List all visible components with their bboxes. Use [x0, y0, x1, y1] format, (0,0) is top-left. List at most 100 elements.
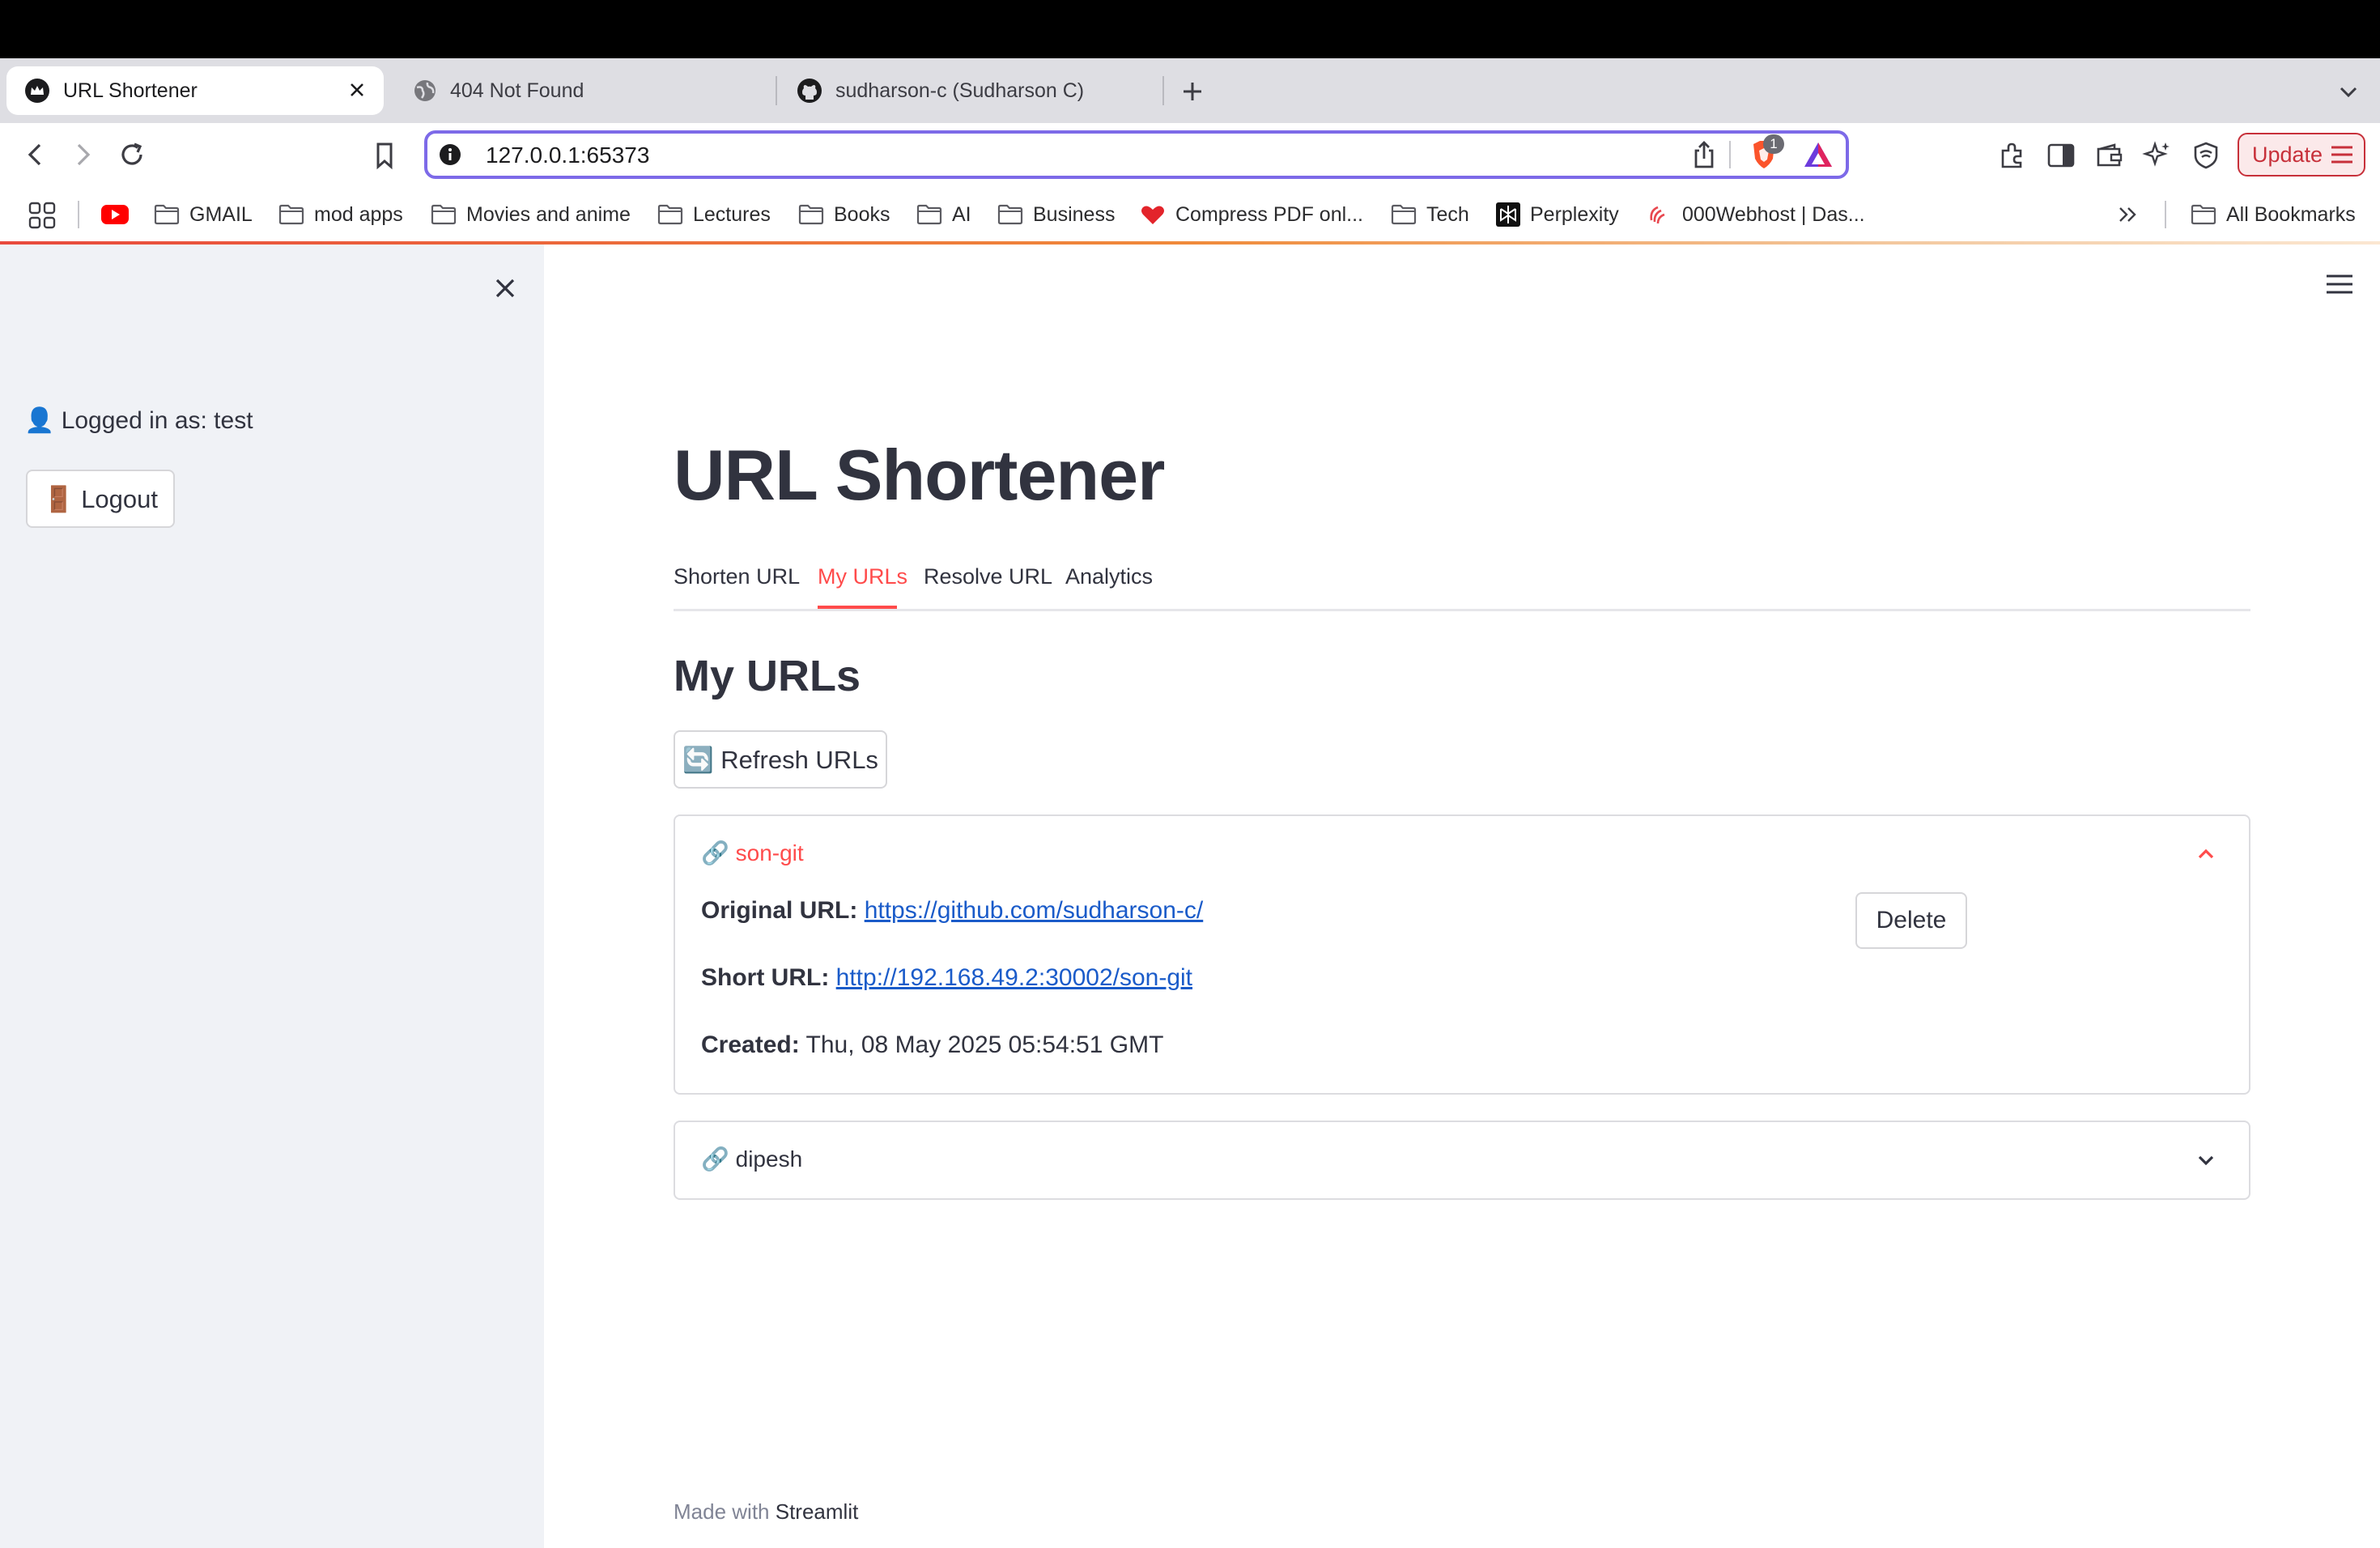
- bookmark-youtube[interactable]: [100, 199, 130, 230]
- bookmark-label: Perplexity: [1530, 202, 1619, 226]
- menu-icon: [2329, 144, 2355, 165]
- sidebar: [0, 245, 544, 1548]
- vpn-shield-icon[interactable]: [2192, 141, 2220, 170]
- bookmark-perplexity[interactable]: Perplexity: [1496, 199, 1619, 230]
- bookmarks-divider: [2165, 201, 2166, 228]
- github-icon: [797, 78, 822, 104]
- back-icon[interactable]: [23, 141, 49, 168]
- original-url-row: Original URL: https://github.com/sudhars…: [701, 895, 1203, 927]
- extensions-icon[interactable]: [1998, 141, 2027, 170]
- youtube-icon: [100, 204, 130, 225]
- refresh-urls-button[interactable]: 🔄 Refresh URLs: [674, 730, 887, 789]
- logout-button[interactable]: 🚪 Logout: [26, 470, 175, 528]
- tab-title: URL Shortener: [63, 79, 198, 102]
- leo-ai-icon[interactable]: [2142, 139, 2173, 170]
- chevron-up-icon[interactable]: [2194, 842, 2218, 866]
- bookmark-label: AI: [952, 202, 971, 226]
- webhost-icon: [1647, 202, 1672, 227]
- delete-button[interactable]: Delete: [1855, 892, 1967, 949]
- bookmark-compress-pdf[interactable]: Compress PDF onl...: [1140, 199, 1363, 230]
- tab-title: 404 Not Found: [450, 79, 584, 102]
- tab-separator: [1162, 76, 1164, 105]
- folder-icon: [798, 204, 824, 225]
- globe-icon: [413, 79, 437, 103]
- address-divider: [1729, 141, 1731, 168]
- wallet-icon[interactable]: [2095, 142, 2124, 168]
- folder-icon: [2191, 204, 2216, 225]
- tab-title: sudharson-c (Sudharson C): [835, 79, 1085, 102]
- update-button[interactable]: Update: [2238, 133, 2365, 176]
- short-url-row: Short URL: http://192.168.49.2:30002/son…: [701, 962, 1192, 994]
- folder-icon: [431, 204, 457, 225]
- tabs-divider: [674, 609, 2250, 611]
- tab-resolve-url[interactable]: Resolve URL: [924, 560, 1052, 593]
- bookmark-label: GMAIL: [189, 202, 253, 226]
- bookmark-label: mod apps: [314, 202, 403, 226]
- share-icon[interactable]: [1690, 139, 1718, 170]
- created-value: Thu, 08 May 2025 05:54:51 GMT: [805, 1031, 1164, 1058]
- bookmark-label: Lectures: [693, 202, 771, 226]
- section-title: My URLs: [674, 652, 861, 700]
- new-tab-icon[interactable]: [1179, 78, 1206, 105]
- bookmark-label: 000Webhost | Das...: [1682, 202, 1865, 226]
- short-url-label: Short URL:: [701, 964, 830, 991]
- bookmark-label: All Bookmarks: [2226, 202, 2356, 226]
- tab-github-profile[interactable]: sudharson-c (Sudharson C): [797, 66, 1153, 115]
- url-expander-header[interactable]: 🔗 dipesh: [701, 1143, 802, 1176]
- original-url-label: Original URL:: [701, 897, 858, 924]
- tab-shorten-url[interactable]: Shorten URL: [674, 560, 800, 593]
- forward-icon[interactable]: [70, 141, 96, 168]
- apps-grid-icon[interactable]: [28, 201, 57, 230]
- footer-brand-link[interactable]: Streamlit: [776, 1499, 859, 1524]
- sidebar-toggle-icon[interactable]: [2046, 142, 2076, 168]
- url-expander[interactable]: [674, 1121, 2250, 1200]
- bookmark-business[interactable]: Business: [997, 199, 1115, 230]
- bookmark-movies-and-anime[interactable]: Movies and anime: [431, 199, 631, 230]
- bookmark-books[interactable]: Books: [798, 199, 890, 230]
- footer-prefix: Made with: [674, 1499, 770, 1524]
- perplexity-icon: [1496, 202, 1520, 227]
- tab-my-urls[interactable]: My URLs: [818, 560, 907, 593]
- bookmark-ai[interactable]: AI: [916, 199, 971, 230]
- system-top-bar: [0, 0, 2380, 58]
- short-url-link[interactable]: http://192.168.49.2:30002/son-git: [836, 964, 1192, 991]
- streamlit-crown-icon: [24, 78, 50, 104]
- more-bookmarks-icon[interactable]: [2116, 204, 2140, 225]
- site-info-icon[interactable]: [439, 143, 461, 166]
- update-label: Update: [2252, 142, 2323, 167]
- address-text: 127.0.0.1:65373: [486, 142, 650, 168]
- tab-separator: [776, 76, 777, 105]
- created-label: Created:: [701, 1031, 800, 1058]
- shields-badge: 1: [1763, 134, 1784, 154]
- close-sidebar-icon[interactable]: [489, 272, 521, 304]
- tab-404-not-found[interactable]: 404 Not Found: [406, 66, 763, 115]
- original-url-link[interactable]: https://github.com/sudharson-c/: [865, 897, 1204, 924]
- footer: Made with Streamlit: [674, 1499, 858, 1525]
- bookmark-icon[interactable]: [372, 141, 397, 170]
- main-menu-icon[interactable]: [2323, 270, 2356, 298]
- folder-icon: [154, 204, 180, 225]
- folder-icon: [657, 204, 683, 225]
- tab-url-shortener[interactable]: URL Shortener: [6, 66, 384, 115]
- created-row: Created: Thu, 08 May 2025 05:54:51 GMT: [701, 1029, 1163, 1061]
- bookmark-000webhost[interactable]: 000Webhost | Das...: [1647, 199, 1865, 230]
- tab-list-chevron-icon[interactable]: [2336, 79, 2361, 104]
- folder-icon: [916, 204, 942, 225]
- bookmark-label: Business: [1033, 202, 1116, 226]
- all-bookmarks[interactable]: All Bookmarks: [2191, 199, 2356, 230]
- chevron-down-icon[interactable]: [2194, 1148, 2218, 1172]
- heart-icon: [1140, 203, 1166, 226]
- bookmark-tech[interactable]: Tech: [1391, 199, 1469, 230]
- close-tab-icon[interactable]: [346, 79, 368, 100]
- tab-analytics[interactable]: Analytics: [1065, 560, 1153, 593]
- bookmark-label: Movies and anime: [466, 202, 631, 226]
- bookmark-gmail[interactable]: GMAIL: [154, 199, 253, 230]
- bookmark-label: Books: [834, 202, 890, 226]
- brave-rewards-icon[interactable]: [1802, 139, 1834, 170]
- url-expander-header[interactable]: 🔗 son-git: [701, 837, 804, 870]
- reload-icon[interactable]: [117, 139, 147, 170]
- bookmark-lectures[interactable]: Lectures: [657, 199, 771, 230]
- bookmark-mod-apps[interactable]: mod apps: [278, 199, 403, 230]
- active-tab-indicator: [818, 606, 897, 609]
- bookmark-label: Compress PDF onl...: [1175, 202, 1364, 226]
